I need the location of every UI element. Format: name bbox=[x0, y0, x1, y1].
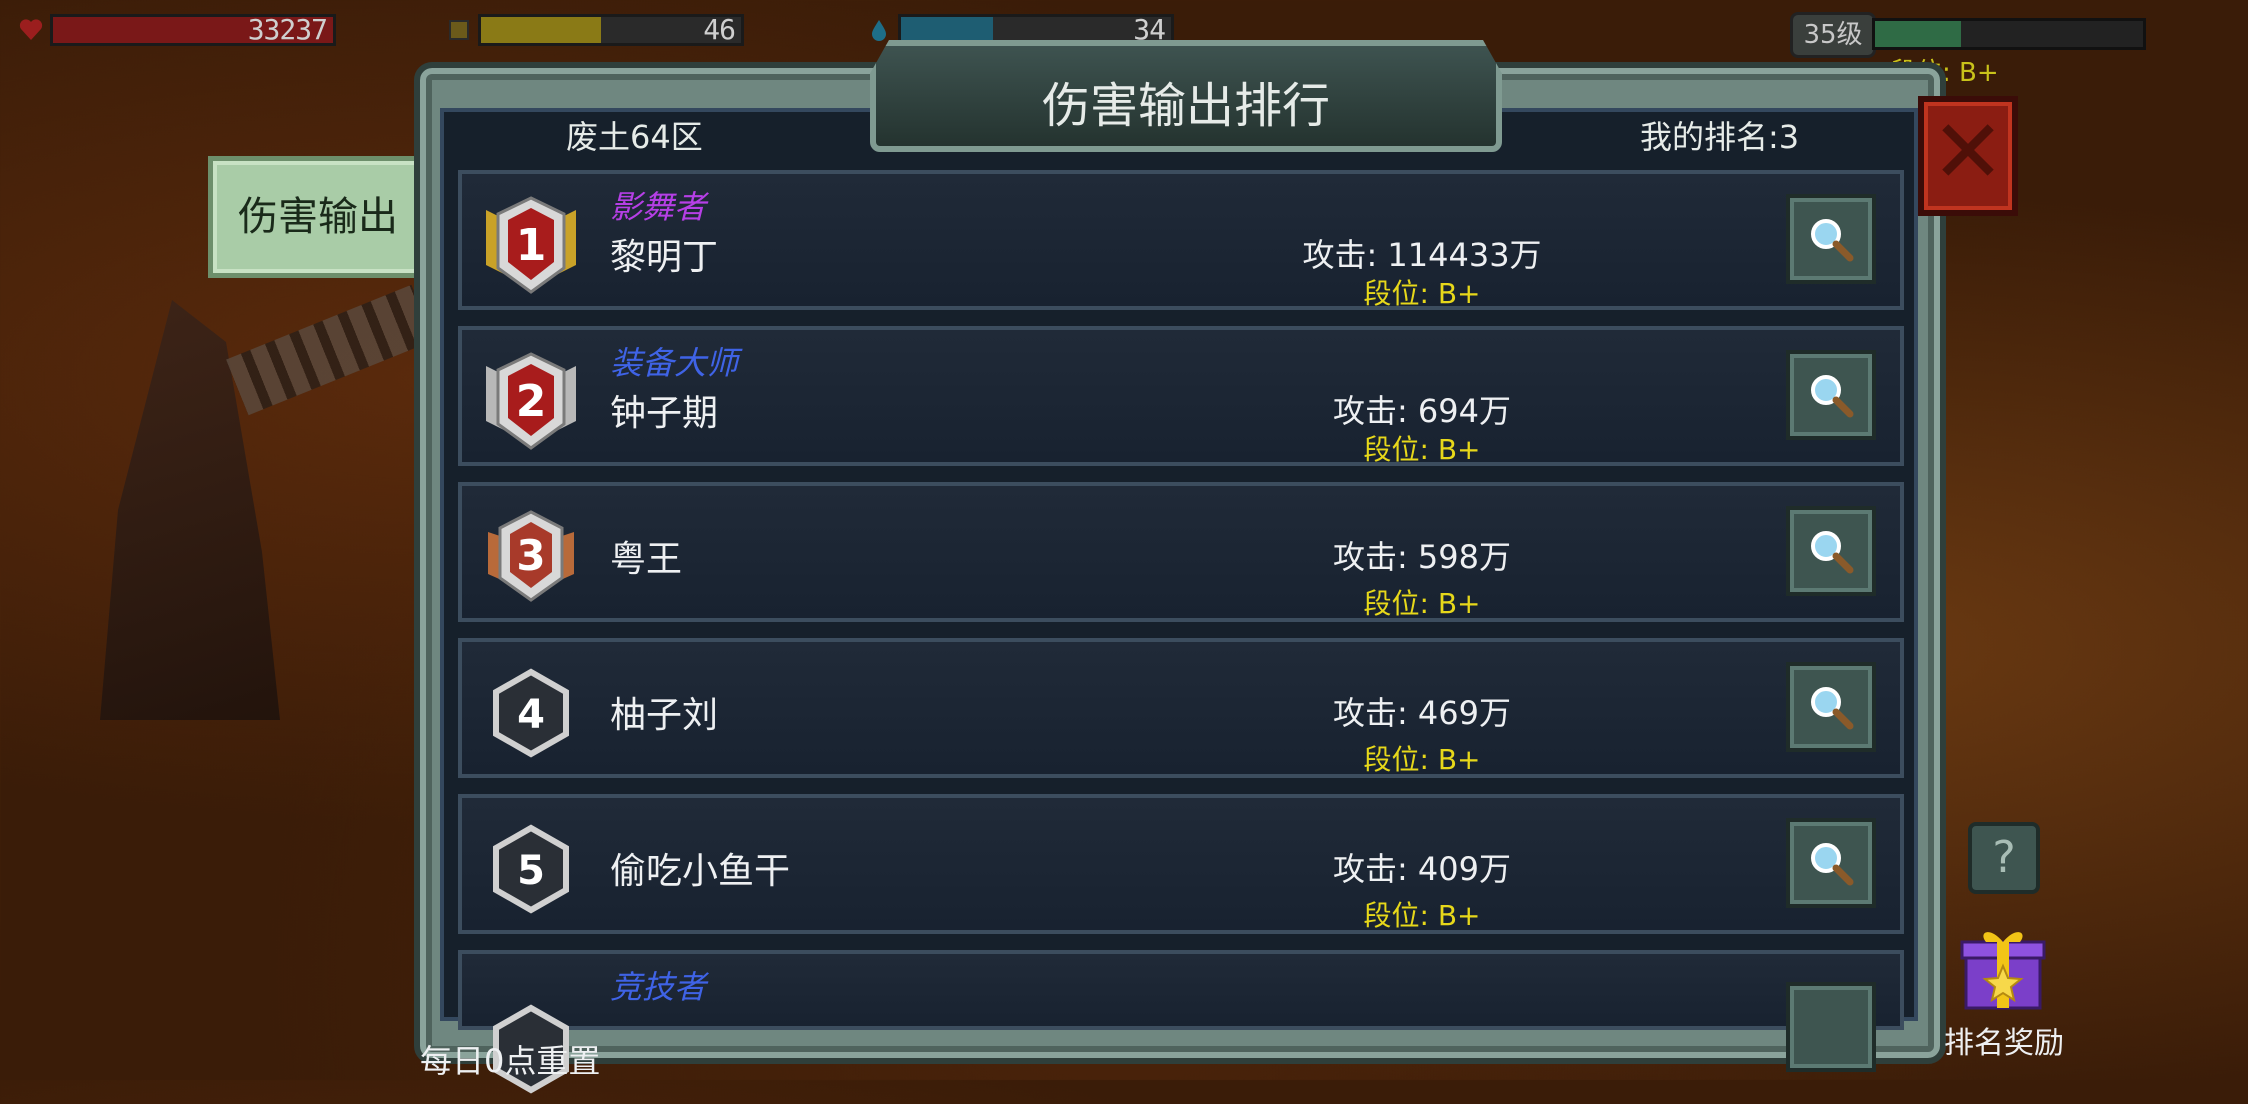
magnifier-icon bbox=[1811, 687, 1854, 730]
svg-text:4: 4 bbox=[517, 692, 545, 738]
inspect-button[interactable] bbox=[1786, 818, 1876, 908]
ranking-row: 4 柚子刘 攻击: 469万 段位: B+ bbox=[458, 638, 1904, 778]
attack-value: 攻击: 409万 bbox=[1332, 850, 1512, 888]
hp-value: 33237 bbox=[247, 13, 328, 46]
magnifier-icon bbox=[1811, 375, 1854, 418]
daily-reset-note: 每日0点重置 bbox=[420, 1042, 601, 1080]
silver-medal-icon: 2 bbox=[486, 352, 576, 450]
tier-value: 段位: B+ bbox=[1363, 743, 1481, 776]
inspect-button[interactable] bbox=[1786, 194, 1876, 284]
attack-value: 攻击: 114433万 bbox=[1302, 236, 1542, 274]
ranking-row: 5 偷吃小鱼干 攻击: 409万 段位: B+ bbox=[458, 794, 1904, 934]
svg-text:3: 3 bbox=[516, 531, 545, 580]
player-name: 黎明丁 bbox=[610, 237, 719, 278]
svg-text:5: 5 bbox=[517, 848, 545, 894]
tier-value: 段位: B+ bbox=[1363, 899, 1481, 932]
inspect-button[interactable] bbox=[1786, 506, 1876, 596]
player-name: 钟子期 bbox=[610, 393, 719, 434]
player-name: 柚子刘 bbox=[610, 695, 719, 736]
panel-title: 伤害输出排行 bbox=[1041, 78, 1330, 134]
player-name: 偷吃小鱼干 bbox=[610, 851, 791, 892]
background-rail bbox=[226, 284, 434, 416]
close-button[interactable]: ✕ bbox=[1918, 96, 2018, 216]
magnifier-icon bbox=[1811, 219, 1854, 262]
energy-bar: 46 bbox=[478, 13, 744, 46]
inspect-button[interactable] bbox=[1786, 982, 1876, 1072]
level-badge: 35级 bbox=[1790, 12, 1876, 58]
svg-text:1: 1 bbox=[516, 220, 547, 271]
player-name: 粤王 bbox=[610, 539, 683, 580]
heart-icon bbox=[19, 19, 43, 40]
battery-icon bbox=[449, 20, 469, 40]
svg-text:2: 2 bbox=[516, 376, 547, 427]
attack-value: 攻击: 598万 bbox=[1332, 538, 1512, 576]
energy-status: 46 bbox=[446, 12, 744, 48]
inspect-button[interactable] bbox=[1786, 350, 1876, 440]
tier-value: 段位: B+ bbox=[1363, 587, 1481, 620]
close-icon: ✕ bbox=[1931, 100, 2005, 203]
player-title: 装备大师 bbox=[610, 344, 739, 382]
ranking-reward-label: 排名奖励 bbox=[1944, 1026, 2064, 1061]
help-button[interactable]: ? bbox=[1968, 822, 2040, 894]
attack-value: 攻击: 469万 bbox=[1332, 694, 1512, 732]
bronze-medal-icon: 3 bbox=[488, 510, 574, 602]
server-name: 废土64区 bbox=[566, 118, 703, 156]
gold-medal-icon: 1 bbox=[486, 196, 576, 294]
tier-value: 段位: B+ bbox=[1363, 433, 1481, 466]
rank-hexagon-icon: 4 bbox=[493, 668, 569, 758]
tab-damage-output[interactable]: 伤害输出 bbox=[208, 156, 428, 278]
rank-hexagon-icon: 5 bbox=[493, 824, 569, 914]
energy-value: 46 bbox=[703, 13, 736, 46]
ranking-row: 竞技者 bbox=[458, 950, 1904, 1094]
experience-bar bbox=[1872, 18, 2146, 50]
magnifier-icon bbox=[1811, 531, 1854, 574]
magnifier-icon bbox=[1811, 843, 1854, 886]
player-title: 影舞者 bbox=[610, 188, 707, 226]
gift-box-icon[interactable] bbox=[1960, 922, 2046, 1012]
hp-bar: 33237 bbox=[50, 13, 336, 46]
ranking-row: 2 装备大师 钟子期 攻击: 694万 段位: B+ bbox=[458, 326, 1904, 466]
water-drop-icon bbox=[872, 20, 886, 41]
attack-value: 攻击: 694万 bbox=[1332, 392, 1512, 430]
my-rank: 我的排名:3 bbox=[1640, 118, 1800, 156]
tier-value: 段位: B+ bbox=[1363, 277, 1481, 310]
player-title: 竞技者 bbox=[610, 968, 707, 1006]
hp-status: 33237 bbox=[18, 12, 336, 48]
inspect-button[interactable] bbox=[1786, 662, 1876, 752]
ranking-row: 3 粤王 攻击: 598万 段位: B+ bbox=[458, 482, 1904, 622]
ranking-row: 1 影舞者 黎明丁 攻击: 114433万 段位: B+ bbox=[458, 170, 1904, 310]
